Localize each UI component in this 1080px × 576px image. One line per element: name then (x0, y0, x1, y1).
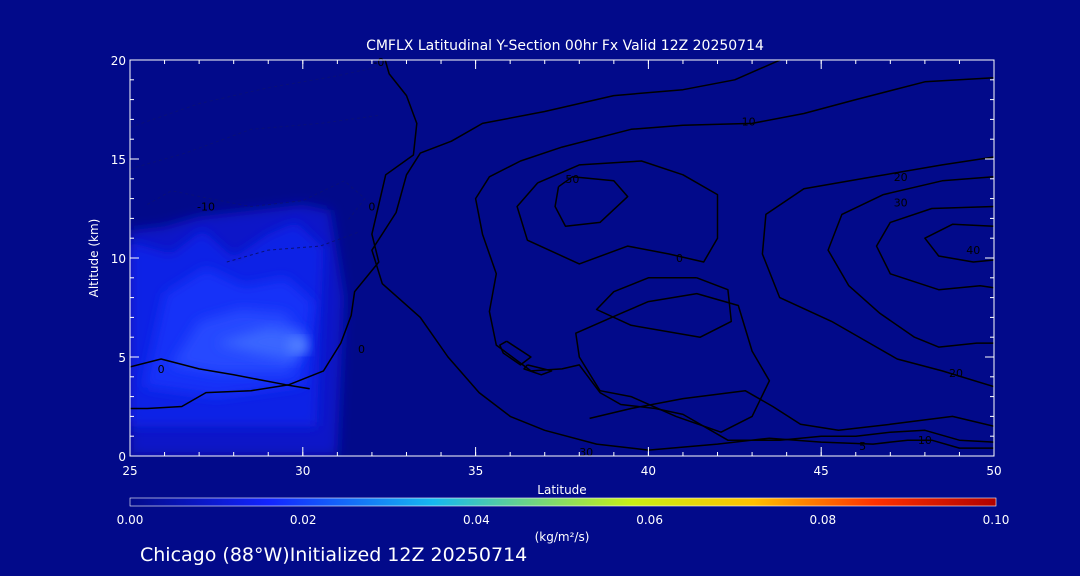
x-tick-label: 50 (986, 464, 1001, 478)
x-tick-label: 25 (122, 464, 137, 478)
colorbar-ramp (129, 497, 997, 507)
footer-caption: Chicago (88°W)Initialized 12Z 20250714 (140, 544, 527, 566)
contour-line-lower-loop (575, 292, 771, 433)
plot-area: -0 -10 0 0 0 10 10 5 20 30 40 20 50 0 30 25 30 35 40 45 50 0… (111, 54, 1002, 478)
contour-label: 20 (949, 367, 963, 380)
contour-label: 0 (368, 201, 375, 214)
y-axis-label: Altitude (km) (87, 219, 101, 298)
contour-label: -10 (197, 201, 215, 214)
contour-line-neg-b (130, 114, 379, 170)
colorbar-tick-label: 0.10 (983, 513, 1010, 527)
cross-section-figure: CMFLX Latitudinal Y-Section 00hr Fx Vali… (87, 38, 1010, 566)
contour-line-low (589, 389, 994, 432)
contour-line-30-loop (516, 160, 719, 265)
y-tick-label: 20 (111, 54, 126, 68)
contour-label: 40 (966, 244, 980, 257)
contour-line-right-50 (924, 223, 994, 263)
colorbar-tick-label: 0.04 (463, 513, 490, 527)
contour-line-pocket-a (499, 340, 532, 366)
y-tick-label: 0 (118, 450, 126, 464)
contour-line-right-20 (761, 156, 994, 388)
contour-line-mid-loop (595, 277, 733, 338)
colorbar-units: (kg/m²/s) (535, 530, 590, 544)
y-tick-label: 10 (111, 252, 126, 266)
y-tick-label: 15 (111, 153, 126, 167)
colorbar-tick-label: 0.00 (117, 513, 144, 527)
colorbar-tick-label: 0.02 (290, 513, 317, 527)
contour-label: 10 (742, 115, 756, 128)
colorbar: 0.00 0.02 0.04 0.06 0.08 0.10 (kg/m²/s) (117, 497, 1010, 544)
contour-label: 0 (676, 252, 683, 265)
contour-line-20 (474, 77, 994, 443)
contour-label: 20 (894, 171, 908, 184)
contour-label: 10 (918, 434, 932, 447)
x-tick-label: 30 (295, 464, 310, 478)
x-tick-label: 35 (468, 464, 483, 478)
contour-label: 50 (565, 173, 579, 186)
colorbar-tick-label: 0.08 (809, 513, 836, 527)
contour-label: -0 (373, 56, 384, 69)
x-tick-label: 45 (814, 464, 829, 478)
contour-label: 5 (859, 440, 866, 453)
colorbar-ticks: 0.00 0.02 0.04 0.06 0.08 0.10 (117, 513, 1010, 527)
x-tick-label: 40 (641, 464, 656, 478)
contour-label: 0 (358, 343, 365, 356)
colorbar-tick-label: 0.06 (636, 513, 663, 527)
x-axis-label: Latitude (537, 483, 586, 497)
contour-label: 30 (579, 446, 593, 459)
contour-label: 0 (158, 363, 165, 376)
chart-title: CMFLX Latitudinal Y-Section 00hr Fx Vali… (366, 38, 764, 54)
y-tick-label: 5 (118, 351, 126, 365)
contour-label: 30 (894, 197, 908, 210)
contour-line-neg-a (130, 65, 383, 128)
flux-shading (130, 204, 345, 456)
